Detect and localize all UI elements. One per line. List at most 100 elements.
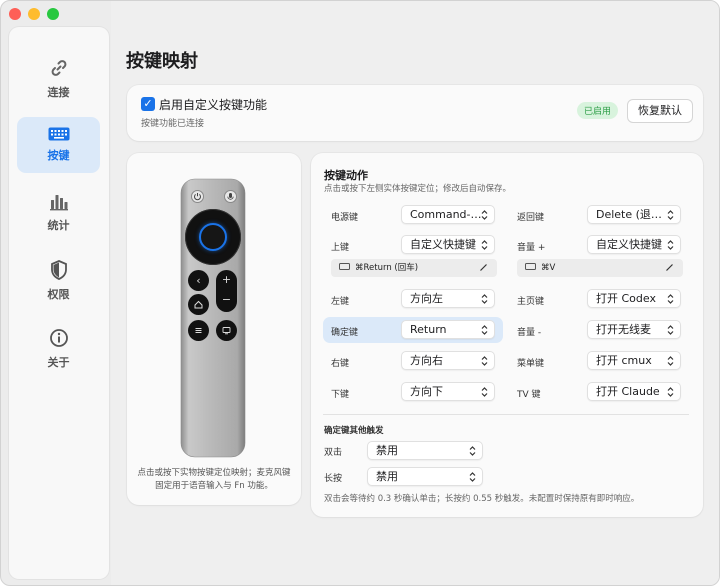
select-value: 方向右: [410, 354, 443, 367]
enable-checkbox-label[interactable]: 启用自定义按键功能: [159, 96, 267, 113]
back-button[interactable]: ‹: [188, 270, 209, 291]
select-tv[interactable]: 打开 Claude: [587, 382, 681, 401]
sidebar-item-about[interactable]: 关于: [17, 321, 100, 377]
select-value: 方向下: [410, 385, 443, 398]
select-value: 方向左: [410, 292, 443, 305]
select-back[interactable]: Delete (退…: [587, 205, 681, 224]
select-double-click[interactable]: 禁用: [367, 441, 483, 460]
sidebar-item-label: 统计: [47, 219, 70, 232]
select-value: 禁用: [376, 470, 398, 483]
shortcut-field-volume-up[interactable]: ⌘V: [517, 259, 683, 277]
minimize-window-button[interactable]: [28, 8, 40, 20]
select-up[interactable]: 自定义快捷键: [401, 235, 495, 254]
tv-button[interactable]: [216, 320, 237, 341]
actions-title: 按键动作: [324, 169, 368, 182]
chevron-updown-icon: [667, 210, 674, 220]
chevron-updown-icon: [481, 387, 488, 397]
row-label-volume-up: 音量 +: [517, 243, 546, 253]
row-label-menu: 菜单键: [517, 359, 545, 369]
minus-icon: −: [221, 293, 232, 306]
row-label-left: 左键: [331, 297, 350, 307]
keyboard-icon: [48, 127, 69, 141]
select-value: 打开 cmux: [596, 354, 652, 367]
select-menu[interactable]: 打开 cmux: [587, 351, 681, 370]
chevron-updown-icon: [667, 325, 674, 335]
maximize-window-button[interactable]: [47, 8, 59, 20]
mic-icon: [227, 193, 234, 200]
confirm-button[interactable]: [199, 223, 227, 251]
chevron-updown-icon: [667, 356, 674, 366]
shortcut-value: ⌘V: [541, 263, 556, 273]
double-click-label: 双击: [324, 448, 343, 458]
connection-status: 按键功能已连接: [141, 119, 205, 129]
shortcut-field-up[interactable]: ⌘Return (回车): [331, 259, 497, 277]
app-window: 连接 按键 统计 权限 关于 按键映射 ✓ 启用自定义按键功能 按键功能已连接 …: [0, 0, 720, 586]
chevron-updown-icon: [667, 240, 674, 250]
pencil-icon[interactable]: [665, 262, 675, 272]
row-label-down: 下键: [331, 390, 350, 400]
row-label-right: 右键: [331, 359, 350, 369]
chevron-updown-icon: [469, 472, 476, 482]
row-label-up: 上键: [331, 243, 350, 253]
select-value: 打开 Codex: [596, 292, 656, 305]
long-press-label: 长按: [324, 474, 343, 484]
power-button[interactable]: [191, 190, 204, 203]
chevron-updown-icon: [667, 294, 674, 304]
sidebar: 连接 按键 统计 权限 关于: [9, 27, 109, 579]
select-home[interactable]: 打开 Codex: [587, 289, 681, 308]
plus-icon: +: [221, 273, 232, 286]
select-value: Delete (退…: [596, 208, 662, 221]
shield-icon: [50, 260, 67, 280]
mic-button[interactable]: [224, 190, 237, 203]
actions-card: 按键动作 点击或按下左侧实体按键定位；修改后自动保存。 电源键 Command-…: [311, 153, 703, 517]
row-label-confirm: 确定键: [331, 328, 359, 338]
enable-card: ✓ 启用自定义按键功能 按键功能已连接 已启用 恢复默认: [127, 85, 703, 141]
sidebar-item-permissions[interactable]: 权限: [17, 253, 100, 309]
page-title: 按键映射: [126, 51, 198, 72]
power-icon: [194, 193, 201, 201]
select-value: 禁用: [376, 444, 398, 457]
sidebar-item-keys[interactable]: 按键: [17, 117, 100, 173]
sidebar-item-label: 关于: [47, 356, 70, 369]
actions-subtitle: 点击或按下左侧实体按键定位；修改后自动保存。: [324, 184, 512, 194]
chevron-updown-icon: [481, 325, 488, 335]
pencil-icon[interactable]: [479, 262, 489, 272]
select-power[interactable]: Command-…: [401, 205, 495, 224]
menu-button[interactable]: [188, 320, 209, 341]
sidebar-item-label: 权限: [47, 288, 70, 301]
chevron-updown-icon: [481, 294, 488, 304]
shortcut-value: ⌘Return (回车): [355, 263, 419, 273]
select-down[interactable]: 方向下: [401, 382, 495, 401]
volume-up-button[interactable]: + −: [216, 270, 237, 312]
row-label-back: 返回键: [517, 213, 545, 223]
confirm-extra-title: 确定键其他触发: [324, 426, 384, 436]
status-badge: 已启用: [577, 102, 619, 119]
select-long-press[interactable]: 禁用: [367, 467, 483, 486]
tv-icon: [222, 327, 231, 335]
confirm-extra-note: 双击会等待约 0.3 秒确认单击；长按约 0.55 秒触发。未配置时保持原有即时…: [324, 494, 640, 504]
sidebar-item-label: 连接: [47, 86, 70, 99]
select-left[interactable]: 方向左: [401, 289, 495, 308]
window-controls: [9, 8, 59, 20]
select-value: Return: [410, 323, 447, 336]
info-icon: [49, 329, 68, 347]
keyboard-icon: [339, 263, 350, 270]
home-icon: [194, 300, 203, 309]
chevron-updown-icon: [481, 240, 488, 250]
sidebar-item-connect[interactable]: 连接: [17, 51, 100, 107]
select-value: 自定义快捷键: [596, 238, 662, 251]
select-volume-up[interactable]: 自定义快捷键: [587, 235, 681, 254]
chevron-updown-icon: [481, 356, 488, 366]
chevron-updown-icon: [469, 446, 476, 456]
home-button[interactable]: [188, 294, 209, 315]
select-volume-down[interactable]: 打开无线麦: [587, 320, 681, 339]
select-value: 打开无线麦: [596, 323, 651, 336]
sidebar-item-label: 按键: [47, 149, 70, 162]
select-confirm[interactable]: Return: [401, 320, 495, 339]
enable-checkbox[interactable]: ✓: [141, 97, 155, 111]
sidebar-item-stats[interactable]: 统计: [17, 185, 100, 241]
select-right[interactable]: 方向右: [401, 351, 495, 370]
reset-default-button[interactable]: 恢复默认: [627, 99, 693, 123]
close-window-button[interactable]: [9, 8, 21, 20]
remote-card: ‹ + − 点击或按下实物按键定位映射；麦克风键固定用于语音输入与 Fn 功能。: [127, 153, 301, 505]
